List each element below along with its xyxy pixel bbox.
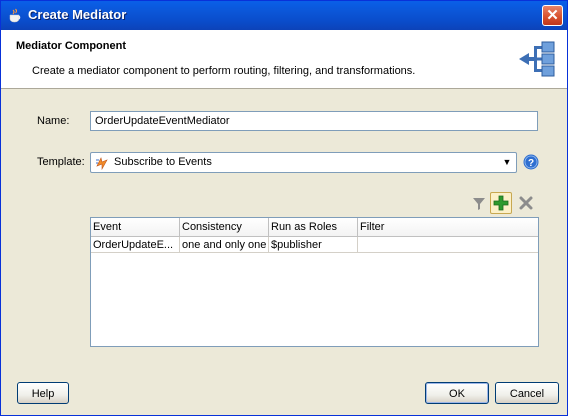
dialog-header: Mediator Component Create a mediator com… — [1, 30, 567, 89]
name-label: Name: — [37, 115, 70, 127]
lightning-event-icon — [96, 157, 108, 170]
title-bar[interactable]: Create Mediator ✕ — [1, 1, 567, 31]
header-title: Mediator Component — [16, 40, 126, 52]
template-label: Template: — [37, 156, 85, 168]
template-value: Subscribe to Events — [114, 156, 212, 168]
template-select[interactable]: Subscribe to Events ▼ — [90, 152, 517, 173]
add-icon — [493, 195, 509, 211]
java-cup-icon — [9, 8, 21, 23]
cell-consistency[interactable]: one and only one — [180, 237, 269, 253]
name-input[interactable] — [90, 111, 538, 131]
column-header-event[interactable]: Event — [91, 218, 180, 236]
cancel-button[interactable]: Cancel — [495, 382, 559, 404]
column-header-consistency[interactable]: Consistency — [180, 218, 269, 236]
cell-filter[interactable] — [358, 237, 538, 253]
close-icon: ✕ — [546, 7, 559, 24]
help-icon[interactable]: ? — [523, 154, 539, 170]
svg-text:?: ? — [528, 158, 534, 169]
filter-icon[interactable] — [470, 194, 488, 212]
create-mediator-dialog: Create Mediator ✕ Mediator Component Cre… — [0, 0, 568, 416]
table-row[interactable]: OrderUpdateE... one and only one $publis… — [91, 237, 538, 253]
header-description: Create a mediator component to perform r… — [32, 65, 416, 77]
cell-run-as-roles[interactable]: $publisher — [269, 237, 358, 253]
column-header-filter[interactable]: Filter — [358, 218, 538, 236]
column-header-run-as-roles[interactable]: Run as Roles — [269, 218, 358, 236]
cell-event[interactable]: OrderUpdateE... — [91, 237, 180, 253]
mediator-routing-icon — [519, 41, 555, 77]
add-event-button[interactable] — [490, 192, 512, 214]
event-table[interactable]: Event Consistency Run as Roles Filter Or… — [90, 217, 539, 347]
delete-icon[interactable] — [517, 194, 535, 212]
window-title: Create Mediator — [28, 7, 127, 22]
help-button[interactable]: Help — [17, 382, 69, 404]
ok-button[interactable]: OK — [425, 382, 489, 404]
chevron-down-icon[interactable]: ▼ — [501, 156, 513, 169]
table-header: Event Consistency Run as Roles Filter — [91, 218, 538, 237]
close-button[interactable]: ✕ — [542, 5, 563, 26]
